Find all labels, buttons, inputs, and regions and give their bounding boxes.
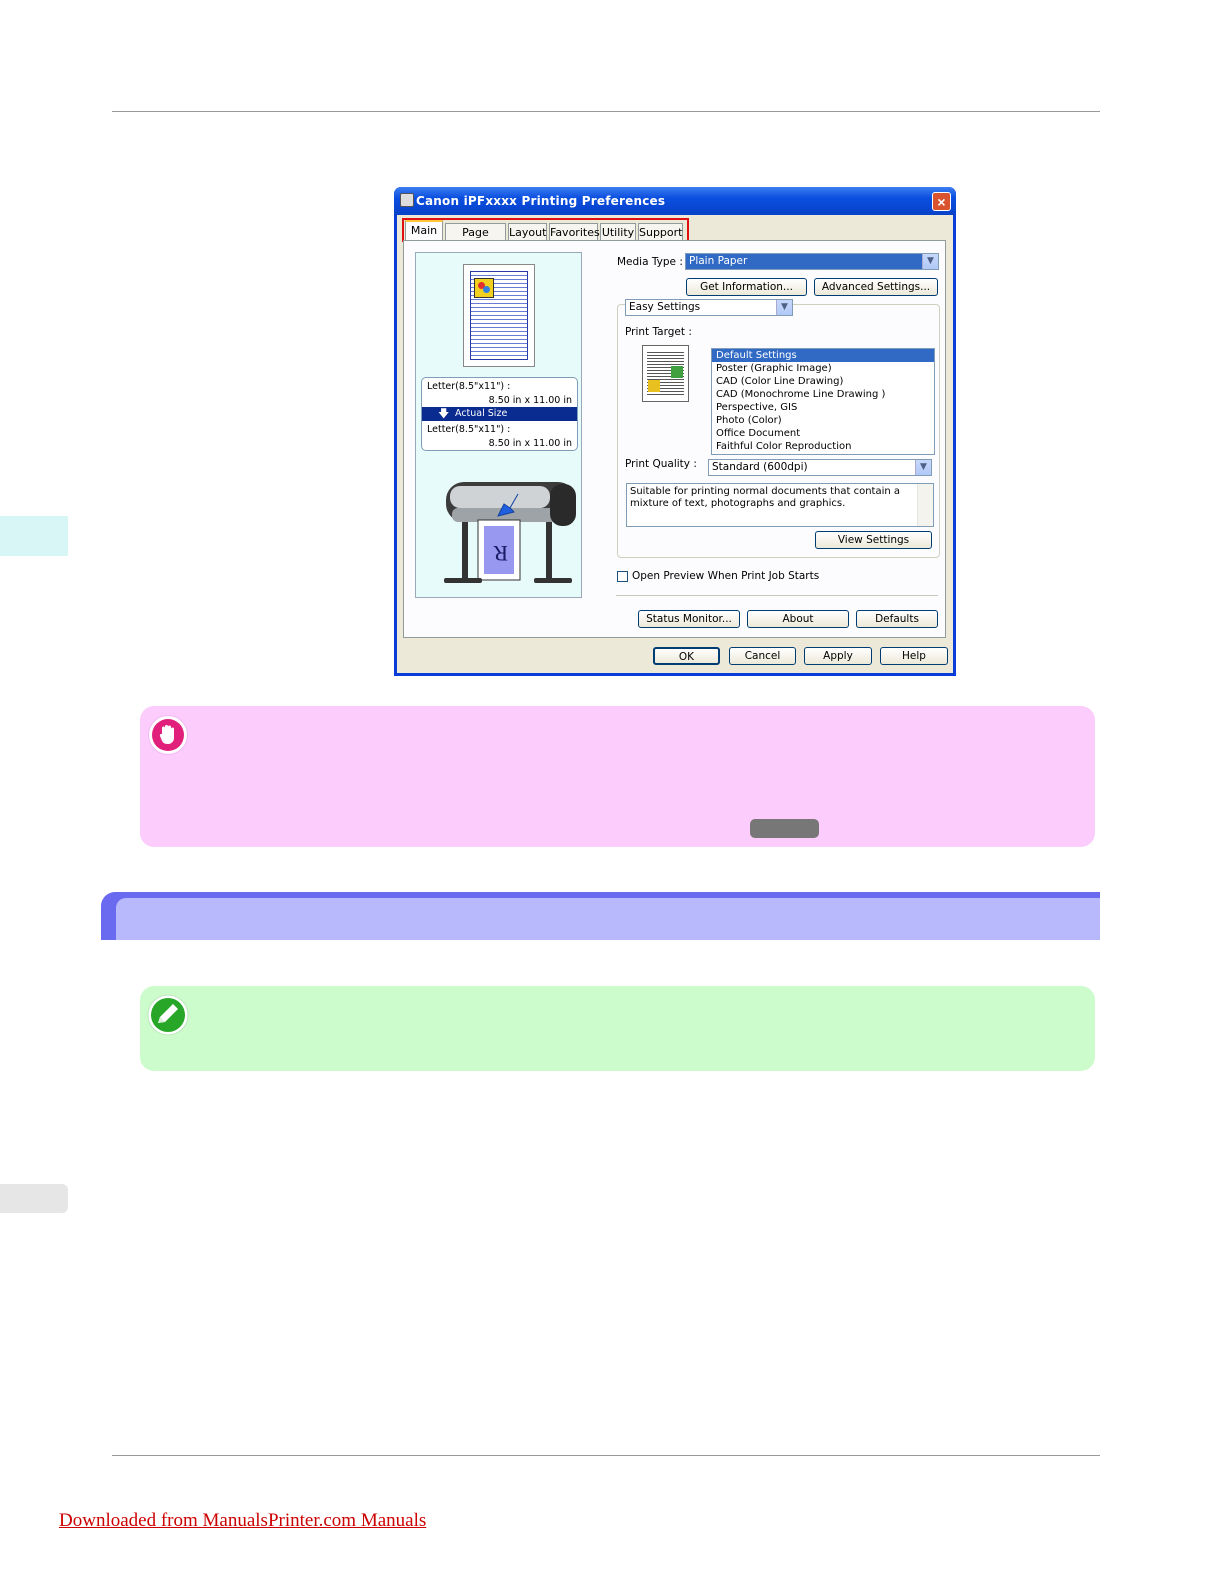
original-size-label: Letter(8.5"x11") : (427, 381, 511, 392)
printer-letter: R (493, 541, 508, 566)
note-callout (140, 986, 1095, 1071)
settings-mode-value: Easy Settings (629, 301, 701, 313)
help-button[interactable]: Help (880, 647, 948, 665)
media-type-select[interactable]: Plain Paper ▼ (685, 253, 939, 270)
description-scrollbar[interactable] (917, 484, 933, 526)
advanced-settings-button[interactable]: Advanced Settings... (814, 278, 938, 296)
chapter-side-tab (0, 516, 68, 556)
list-item[interactable]: CAD (Monochrome Line Drawing ) (712, 388, 934, 401)
list-item[interactable]: Default Settings (712, 349, 934, 362)
list-item[interactable]: CAD (Color Line Drawing) (712, 375, 934, 388)
important-callout (140, 706, 1095, 847)
output-dimensions: 8.50 in x 11.00 in (488, 438, 572, 449)
document-thumbnail-icon (642, 345, 689, 402)
section-heading-bar (101, 892, 1100, 940)
page-side-tab (0, 1184, 68, 1213)
ok-button[interactable]: OK (653, 647, 720, 665)
close-button[interactable]: × (932, 192, 951, 211)
printer-illustration-icon: R (444, 482, 576, 583)
dialog-body: Main Page Setup Layout Favorites Utility… (397, 215, 953, 673)
apply-button[interactable]: Apply (804, 647, 872, 665)
tabs-highlight-outline (402, 218, 689, 242)
open-preview-checkbox[interactable] (617, 571, 628, 582)
print-quality-label: Print Quality : (625, 458, 697, 470)
size-info-box: Letter(8.5"x11") : 8.50 in x 11.00 in 🡇 … (421, 377, 578, 451)
list-item[interactable]: Office Document (712, 427, 934, 440)
print-quality-select[interactable]: Standard (600dpi) ▼ (708, 459, 932, 476)
about-button[interactable]: About (747, 610, 849, 628)
printing-preferences-dialog: Canon iPFxxxx Printing Preferences × Mai… (394, 187, 956, 676)
chevron-down-icon[interactable]: ▼ (922, 254, 938, 269)
list-item[interactable]: Faithful Color Reproduction (712, 440, 934, 453)
list-item[interactable]: Perspective, GIS (712, 401, 934, 414)
original-dimensions: 8.50 in x 11.00 in (488, 395, 572, 406)
header-rule (112, 111, 1100, 112)
cancel-button[interactable]: Cancel (729, 647, 796, 665)
media-type-label: Media Type : (617, 256, 683, 268)
important-hand-icon (148, 715, 188, 755)
footer-rule (112, 1455, 1100, 1456)
description-text: Suitable for printing normal documents t… (630, 486, 901, 509)
print-target-label: Print Target : (625, 326, 692, 338)
print-target-list[interactable]: Default Settings Poster (Graphic Image) … (711, 348, 935, 455)
main-tab-panel: Letter(8.5"x11") : 8.50 in x 11.00 in 🡇 … (403, 240, 946, 638)
note-pencil-icon (147, 994, 189, 1036)
get-information-button[interactable]: Get Information... (686, 278, 807, 296)
settings-mode-select[interactable]: Easy Settings ▼ (625, 299, 793, 316)
image-thumbnail-icon (474, 278, 494, 298)
chevron-down-icon[interactable]: ▼ (915, 460, 931, 475)
key-button-graphic (750, 819, 819, 838)
manualsprinter-link[interactable]: Downloaded from ManualsPrinter.com Manua… (59, 1510, 426, 1532)
media-type-value: Plain Paper (689, 255, 748, 267)
view-settings-button[interactable]: View Settings (815, 531, 932, 549)
dialog-title-bar: Canon iPFxxxx Printing Preferences × (394, 187, 956, 215)
chevron-down-icon[interactable]: ▼ (776, 300, 792, 315)
open-preview-label: Open Preview When Print Job Starts (632, 570, 820, 582)
page-preview (463, 264, 535, 367)
preview-area: Letter(8.5"x11") : 8.50 in x 11.00 in 🡇 … (415, 252, 582, 598)
list-item[interactable]: Poster (Graphic Image) (712, 362, 934, 375)
dialog-title: Canon iPFxxxx Printing Preferences (416, 194, 666, 208)
easy-settings-group: Easy Settings ▼ Print Target : Default S… (617, 299, 940, 558)
description-box: Suitable for printing normal documents t… (626, 483, 934, 527)
list-item[interactable]: Photo (Color) (712, 414, 934, 427)
status-monitor-button[interactable]: Status Monitor... (638, 610, 740, 628)
printer-icon (400, 193, 414, 207)
defaults-button[interactable]: Defaults (856, 610, 938, 628)
print-quality-value: Standard (600dpi) (712, 461, 808, 473)
output-size-label: Letter(8.5"x11") : (427, 424, 511, 435)
scale-row: 🡇 Actual Size (422, 407, 577, 421)
scale-label: Actual Size (455, 408, 508, 419)
arrow-down-icon: 🡇 (438, 407, 450, 420)
divider (616, 595, 938, 596)
